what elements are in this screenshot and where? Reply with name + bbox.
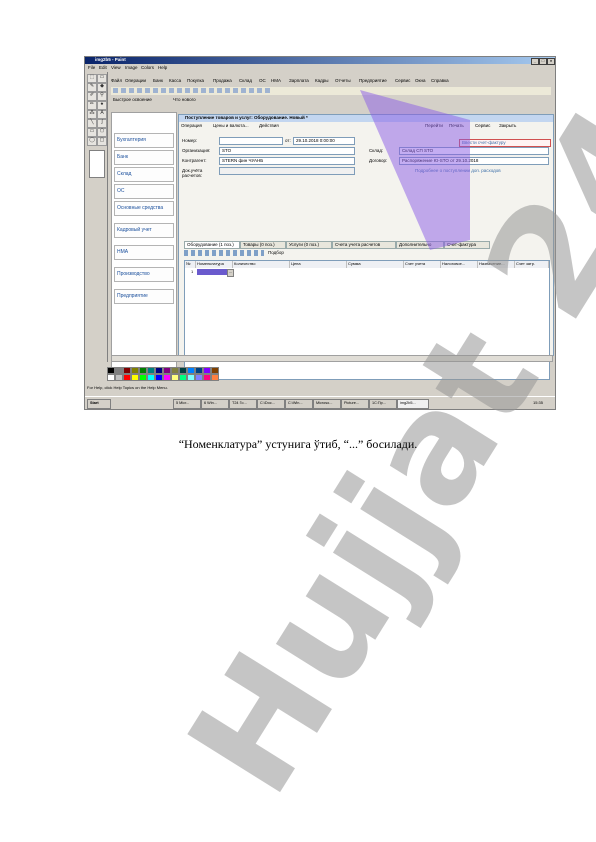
watermark-layer: Hujjat 24: [156, 78, 596, 822]
caption: “Номенклатура” устунига ўтиб, “...” боси…: [178, 437, 418, 451]
watermark-accent: [360, 90, 470, 250]
